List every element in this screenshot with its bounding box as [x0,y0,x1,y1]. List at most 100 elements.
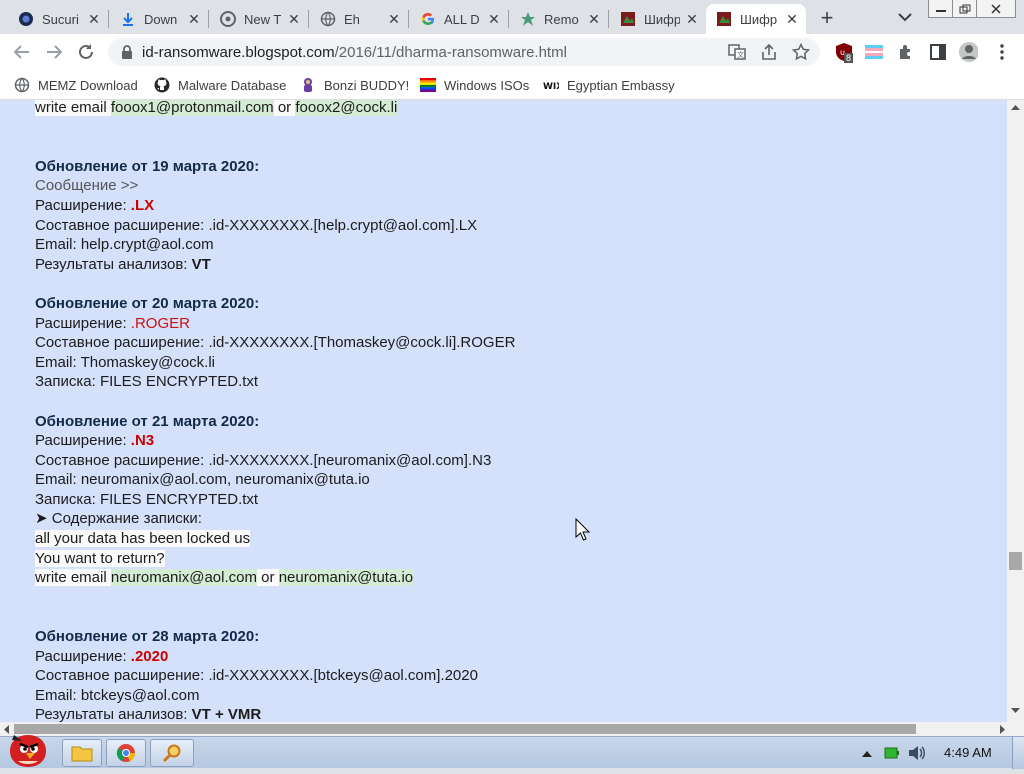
magnifier-icon [162,744,181,763]
github-icon [154,77,170,93]
globe-icon [14,77,30,93]
results-link[interactable]: VT + VMR [192,706,262,722]
minimize-button[interactable] [928,0,954,18]
bookmark-label: Egyptian Embassy [567,77,675,93]
close-icon[interactable]: ✕ [86,11,102,27]
folder-icon [71,746,93,762]
update-header: Обновление от 19 марта 2020: [35,157,260,175]
close-icon[interactable]: ✕ [486,11,502,27]
battery-icon[interactable] [884,746,900,760]
composite-extension: Составное расширение: .id-XXXXXXXX.[help… [35,216,478,234]
scroll-down-icon[interactable] [1011,708,1020,714]
scroll-right-icon[interactable] [1000,725,1006,734]
back-button[interactable] [10,40,34,64]
email-link[interactable]: neuromanix@tuta.io [278,569,414,587]
bookmark-memz[interactable]: MEMZ Download [14,76,138,94]
close-icon[interactable]: ✕ [784,11,800,27]
globe-icon [320,11,336,27]
forward-button[interactable] [42,40,66,64]
taskbar-clock[interactable]: 4:49 AM [944,745,992,760]
close-icon[interactable]: ✕ [286,11,302,27]
volume-icon[interactable] [908,745,926,761]
close-icon[interactable]: ✕ [586,11,602,27]
bookmarks-bar: MEMZ Download Malware Database Bonzi BUD… [0,70,1024,100]
url-host: id-ransomware.blogspot.com [142,44,335,61]
restore-button[interactable] [952,0,978,18]
note-text: or [257,569,279,587]
show-desktop-button[interactable] [1012,737,1024,769]
note-text: write email [35,100,111,116]
update-header: Обновление от 28 марта 2020: [35,628,260,646]
bookmark-bonzi-buddy[interactable]: Bonzi BUDDY! [300,76,409,94]
horizontal-scrollbar[interactable] [0,722,1024,736]
tab-sucuri[interactable]: Sucuri ✕ [8,4,108,34]
tray-expand-icon[interactable] [862,749,872,757]
email-link[interactable]: neuromanix@aol.com [110,569,257,587]
tab-all-d[interactable]: ALL D ✕ [410,4,508,34]
share-icon[interactable] [760,43,778,61]
flag-extension-icon[interactable] [864,42,884,62]
bookmark-egyptian-embassy[interactable]: WIX Egyptian Embassy [543,76,675,94]
url-path: /2016/11/dharma-ransomware.html [334,44,567,61]
note-line: write email neuromanix@aol.com or neurom… [35,568,995,588]
tab-shifr-active[interactable]: Шифр ✕ [706,4,806,34]
tab-new-tab[interactable]: New T ✕ [210,4,308,34]
note-filename: Записка: FILES ENCRYPTED.txt [35,373,259,391]
bookmark-windows-isos[interactable]: Windows ISOs [420,76,529,94]
bookmark-star-icon[interactable] [792,43,810,61]
note-text: all your data has been locked us [35,530,251,548]
url-text[interactable]: id-ransomware.blogspot.com/2016/11/dharm… [142,44,567,61]
bookmark-malware-database[interactable]: Malware Database [154,76,286,94]
composite-extension: Составное расширение: .id-XXXXXXXX.[btck… [35,667,478,685]
tab-download[interactable]: Down ✕ [110,4,208,34]
vertical-scrollbar[interactable] [1007,100,1024,722]
bookmark-label: Bonzi BUDDY! [324,77,410,93]
chevron-down-icon[interactable] [896,8,914,26]
puzzle-extensions-icon[interactable] [896,42,916,62]
close-icon[interactable]: ✕ [186,11,202,27]
close-icon[interactable]: ✕ [684,11,700,27]
close-window-button[interactable] [976,0,1016,18]
tab-shifr-1[interactable]: Шифр ✕ [610,4,706,34]
taskbar-explorer-button[interactable] [62,739,102,767]
tab-label: Remo [544,11,579,27]
note-line: write email fooox1@protonmail.com or foo… [35,100,995,118]
wix-icon: WIX [543,77,559,93]
note-line: all your data has been locked us [35,529,995,549]
scroll-up-icon[interactable] [1011,104,1020,110]
tab-label: Down [144,11,178,27]
reload-button[interactable] [74,40,98,64]
results-line: Результаты анализов: VT [35,255,995,275]
tab-eh[interactable]: Eh ✕ [310,4,408,34]
results-link[interactable]: VT [192,256,211,273]
browser-toolbar: id-ransomware.blogspot.com/2016/11/dharm… [0,34,1024,70]
field-label: Результаты анализов: [35,706,192,722]
tab-label: Шифр [644,11,680,27]
start-button[interactable] [4,731,52,769]
email-link[interactable]: fooox2@cock.li [295,100,398,116]
tab-remove[interactable]: Remo ✕ [510,4,608,34]
field-label: Расширение: [35,314,131,332]
email-link[interactable]: fooox1@protonmail.com [110,100,274,116]
scrollbar-thumb[interactable] [14,724,916,734]
menu-dots-icon[interactable] [992,42,1012,62]
message-link[interactable]: Сообщение >> [35,176,995,196]
bookmark-label: Malware Database [178,77,287,93]
scrollbar-thumb[interactable] [1009,552,1022,570]
update-header: Обновление от 21 марта 2020: [35,412,260,430]
ublock-extension-icon[interactable]: u8 [834,42,854,63]
profile-avatar[interactable] [958,42,978,62]
side-panel-icon[interactable] [928,42,948,62]
taskbar-search-app-button[interactable] [150,739,194,767]
translate-icon[interactable]: 文 [728,43,746,61]
field-label: Расширение: [35,196,131,214]
lock-icon[interactable] [120,44,134,60]
remove-site-icon [520,11,536,27]
close-icon[interactable]: ✕ [386,11,402,27]
new-tab-button[interactable]: + [815,5,839,30]
taskbar-chrome-button[interactable] [106,739,146,767]
address-bar[interactable]: id-ransomware.blogspot.com/2016/11/dharm… [108,38,820,66]
note-content-label: ➤ Содержание записки: [35,510,202,528]
chrome-icon [220,11,236,27]
blog-favicon-icon [620,11,636,27]
